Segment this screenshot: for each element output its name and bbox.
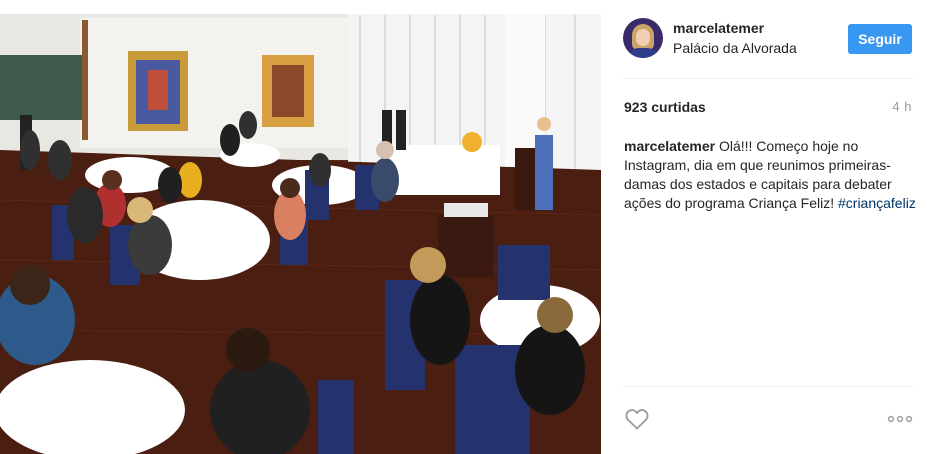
post-photo[interactable] (0, 0, 601, 454)
post-header: marcelatemer Palácio da Alvorada Seguir (601, 0, 935, 78)
divider (623, 78, 913, 79)
header-username[interactable]: marcelatemer (673, 20, 764, 36)
header-location[interactable]: Palácio da Alvorada (673, 40, 797, 56)
divider (623, 386, 913, 387)
follow-button[interactable]: Seguir (848, 24, 912, 54)
heart-outline-icon[interactable] (625, 408, 649, 430)
avatar[interactable] (623, 18, 663, 58)
caption-username[interactable]: marcelatemer (624, 138, 715, 154)
caption-hashtag[interactable]: #criançafeliz (838, 195, 916, 211)
post-timestamp[interactable]: 4 h (892, 99, 912, 114)
post-photo-illustration (0, 0, 601, 454)
post-caption: marcelatemer Olá!!! Começo hoje no Insta… (624, 137, 916, 213)
likes-count[interactable]: 923 curtidas (624, 99, 706, 115)
post-sidebar: marcelatemer Palácio da Alvorada Seguir … (601, 0, 935, 454)
more-options-icon[interactable] (887, 410, 913, 428)
